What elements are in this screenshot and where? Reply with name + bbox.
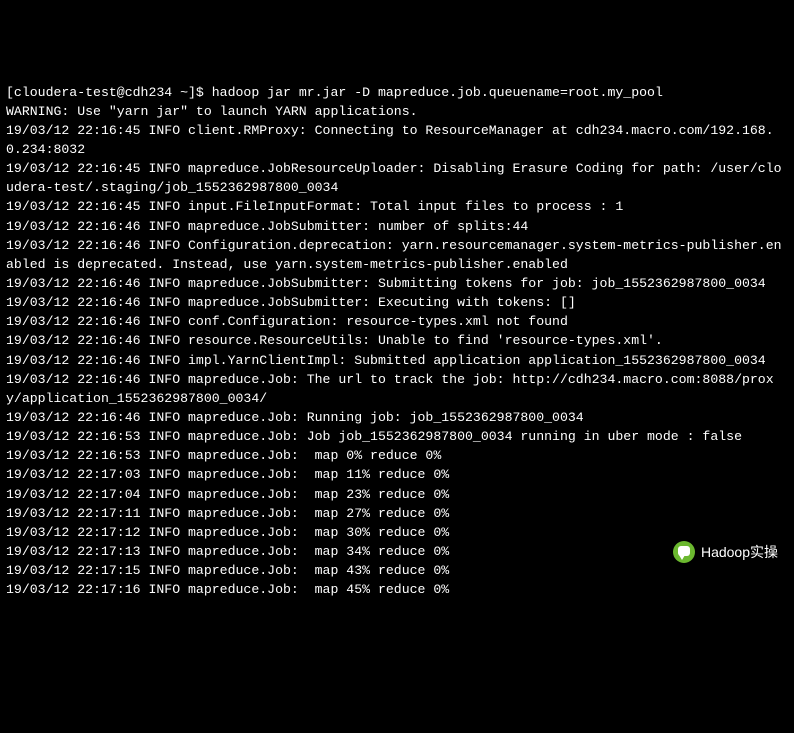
watermark-text: Hadoop实操 xyxy=(701,542,778,562)
log-line: 19/03/12 22:16:46 INFO mapreduce.Job: Ru… xyxy=(6,408,788,427)
log-line: 19/03/12 22:16:53 INFO mapreduce.Job: Jo… xyxy=(6,427,788,446)
log-line: 19/03/12 22:16:45 INFO mapreduce.JobReso… xyxy=(6,159,788,197)
log-line: 19/03/12 22:17:12 INFO mapreduce.Job: ma… xyxy=(6,523,788,542)
log-line: 19/03/12 22:16:53 INFO mapreduce.Job: ma… xyxy=(6,446,788,465)
log-line: 19/03/12 22:16:45 INFO client.RMProxy: C… xyxy=(6,121,788,159)
log-line: 19/03/12 22:16:46 INFO impl.YarnClientIm… xyxy=(6,351,788,370)
log-line: 19/03/12 22:17:03 INFO mapreduce.Job: ma… xyxy=(6,465,788,484)
terminal-output: [cloudera-test@cdh234 ~]$ hadoop jar mr.… xyxy=(6,83,788,600)
log-line: 19/03/12 22:16:46 INFO mapreduce.JobSubm… xyxy=(6,293,788,312)
wechat-icon xyxy=(673,541,695,563)
log-line: 19/03/12 22:16:45 INFO input.FileInputFo… xyxy=(6,197,788,216)
log-line: 19/03/12 22:16:46 INFO mapreduce.Job: Th… xyxy=(6,370,788,408)
log-line: 19/03/12 22:17:04 INFO mapreduce.Job: ma… xyxy=(6,485,788,504)
log-line: 19/03/12 22:16:46 INFO resource.Resource… xyxy=(6,331,788,350)
log-line: 19/03/12 22:16:46 INFO Configuration.dep… xyxy=(6,236,788,274)
log-line: WARNING: Use "yarn jar" to launch YARN a… xyxy=(6,102,788,121)
log-line: 19/03/12 22:17:13 INFO mapreduce.Job: ma… xyxy=(6,542,788,561)
command-line: [cloudera-test@cdh234 ~]$ hadoop jar mr.… xyxy=(6,83,788,102)
shell-prompt: [cloudera-test@cdh234 ~]$ xyxy=(6,85,212,100)
log-line: 19/03/12 22:16:46 INFO mapreduce.JobSubm… xyxy=(6,274,788,293)
command-text: hadoop jar mr.jar -D mapreduce.job.queue… xyxy=(212,85,663,100)
watermark: Hadoop实操 xyxy=(673,541,778,563)
log-line: 19/03/12 22:17:15 INFO mapreduce.Job: ma… xyxy=(6,561,788,580)
log-line: 19/03/12 22:16:46 INFO conf.Configuratio… xyxy=(6,312,788,331)
log-line: 19/03/12 22:17:11 INFO mapreduce.Job: ma… xyxy=(6,504,788,523)
log-line: 19/03/12 22:17:16 INFO mapreduce.Job: ma… xyxy=(6,580,788,599)
log-line: 19/03/12 22:16:46 INFO mapreduce.JobSubm… xyxy=(6,217,788,236)
